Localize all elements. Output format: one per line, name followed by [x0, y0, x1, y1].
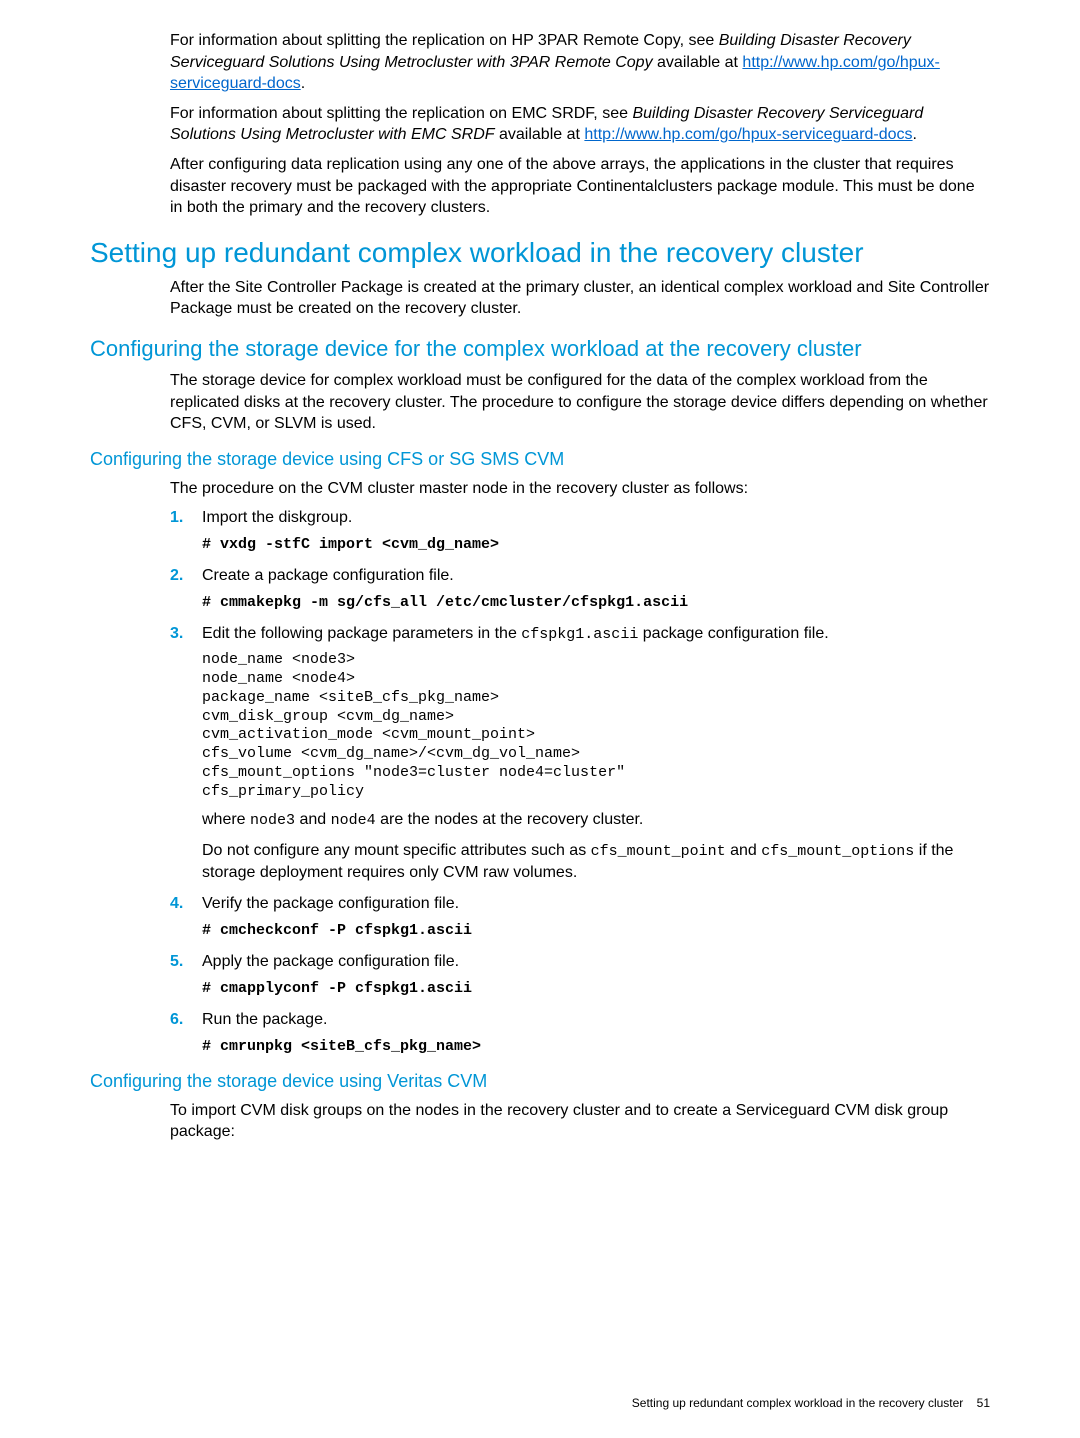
h2-para: The storage device for complex workload …	[170, 370, 990, 435]
intro-p1-a: For information about splitting the repl…	[170, 32, 719, 49]
heading-config-storage: Configuring the storage device for the c…	[90, 336, 990, 362]
step-6-code: # cmrunpkg <siteB_cfs_pkg_name>	[202, 1037, 990, 1057]
intro-p3: After configuring data replication using…	[170, 154, 990, 219]
step-1-code: # vxdg -stfC import <cvm_dg_name>	[202, 535, 990, 555]
step-3-note-a: Do not configure any mount specific attr…	[202, 842, 591, 859]
step-3-where-code2: node4	[331, 812, 376, 829]
step-3-note-code2: cfs_mount_options	[761, 843, 914, 860]
step-1: Import the diskgroup. # vxdg -stfC impor…	[170, 507, 990, 555]
step-3: Edit the following package parameters in…	[170, 623, 990, 883]
step-4-text: Verify the package configuration file.	[202, 895, 459, 912]
step-5-code: # cmapplyconf -P cfspkg1.ascii	[202, 979, 990, 999]
step-5-text: Apply the package configuration file.	[202, 953, 459, 970]
intro-p2: For information about splitting the repl…	[170, 103, 990, 146]
heading-setup-redundant: Setting up redundant complex workload in…	[90, 237, 990, 269]
step-6: Run the package. # cmrunpkg <siteB_cfs_p…	[170, 1009, 990, 1057]
step-4: Verify the package configuration file. #…	[170, 893, 990, 941]
step-2-code: # cmmakepkg -m sg/cfs_all /etc/cmcluster…	[202, 593, 990, 613]
step-6-text: Run the package.	[202, 1011, 327, 1028]
steps-list-cfs: Import the diskgroup. # vxdg -stfC impor…	[170, 507, 990, 1057]
intro-p2-a: For information about splitting the repl…	[170, 105, 632, 122]
step-3-note-mid: and	[726, 842, 762, 859]
step-3-note: Do not configure any mount specific attr…	[202, 840, 990, 884]
footer-page: 51	[977, 1396, 990, 1410]
step-3-inline-code: cfspkg1.ascii	[521, 626, 638, 643]
step-4-code: # cmcheckconf -P cfspkg1.ascii	[202, 921, 990, 941]
intro-p1-c: .	[301, 75, 305, 92]
intro-p2-b: available at	[499, 126, 584, 143]
step-3-code-block: node_name <node3> node_name <node4> pack…	[202, 651, 990, 801]
step-3-text-b: package configuration file.	[638, 625, 828, 642]
step-3-text-a: Edit the following package parameters in…	[202, 625, 521, 642]
h1-para: After the Site Controller Package is cre…	[170, 277, 990, 320]
heading-config-veritas: Configuring the storage device using Ver…	[90, 1071, 990, 1092]
step-3-where-a: where	[202, 811, 250, 828]
intro-p1: For information about splitting the repl…	[170, 30, 990, 95]
h3a-intro: The procedure on the CVM cluster master …	[170, 478, 990, 500]
step-5: Apply the package configuration file. # …	[170, 951, 990, 999]
h3b-para: To import CVM disk groups on the nodes i…	[170, 1100, 990, 1143]
step-3-note-code1: cfs_mount_point	[591, 843, 726, 860]
step-3-where-mid: and	[295, 811, 331, 828]
heading-config-cfs-cvm: Configuring the storage device using CFS…	[90, 449, 990, 470]
step-1-text: Import the diskgroup.	[202, 509, 352, 526]
intro-p2-c: .	[913, 126, 917, 143]
step-2-text: Create a package configuration file.	[202, 567, 454, 584]
page-footer: Setting up redundant complex workload in…	[632, 1396, 990, 1410]
footer-text: Setting up redundant complex workload in…	[632, 1396, 964, 1410]
step-3-where-code1: node3	[250, 812, 295, 829]
intro-p2-link[interactable]: http://www.hp.com/go/hpux-serviceguard-d…	[584, 126, 912, 143]
step-3-where: where node3 and node4 are the nodes at t…	[202, 809, 990, 831]
step-2: Create a package configuration file. # c…	[170, 565, 990, 613]
intro-p1-b: available at	[657, 54, 742, 71]
step-3-where-b: are the nodes at the recovery cluster.	[376, 811, 644, 828]
